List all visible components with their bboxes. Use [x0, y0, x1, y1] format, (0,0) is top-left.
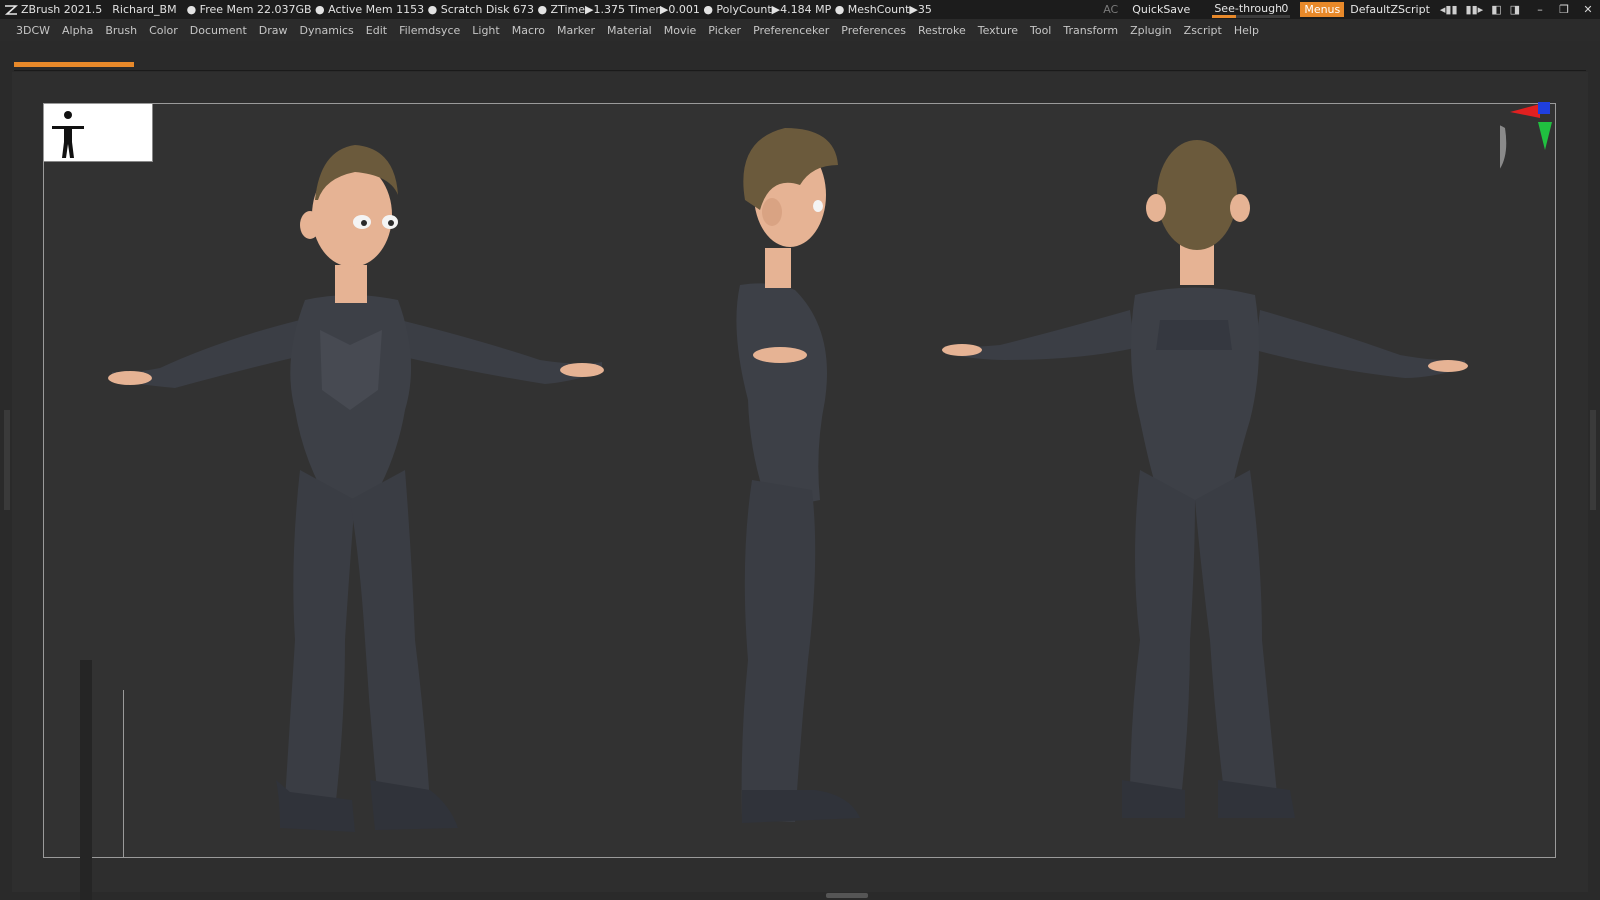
side-view — [736, 128, 860, 823]
front-view — [108, 145, 604, 832]
back-view — [942, 140, 1468, 818]
viewport-3d[interactable] — [0, 0, 1600, 900]
navigation-gizmo-icon[interactable] — [1500, 100, 1560, 220]
bottom-tray-handle[interactable] — [826, 893, 868, 898]
tool-thumbnail[interactable] — [44, 104, 153, 162]
head-orientation-icon — [1500, 125, 1507, 169]
tpose-silhouette-icon — [52, 111, 84, 158]
